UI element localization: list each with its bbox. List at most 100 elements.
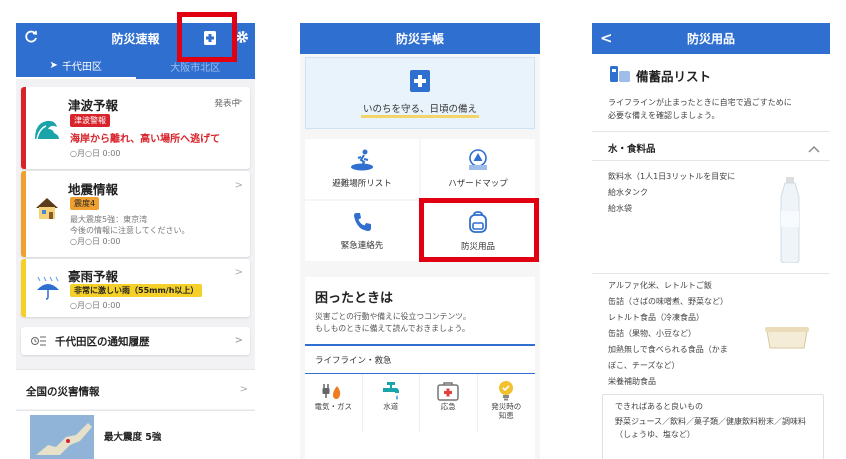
list-item: 缶詰（果物、小豆など） <box>608 329 696 338</box>
earthquake-card[interactable]: 地震情報 > 震度4 最大震度5強：東京湾 今後の情報に注意してください。 ○月… <box>21 171 250 257</box>
list-item: 飲料水（1人1日3リットルを目安に <box>608 172 736 181</box>
tile-emergency-contacts[interactable]: 緊急連絡先 <box>305 201 419 261</box>
tile-label: 緊急連絡先 <box>340 241 384 251</box>
preparedness-banner[interactable]: いのちを守る、日頃の備え <box>305 57 535 129</box>
plug-flame-icon <box>322 384 341 399</box>
desc-line-2: もしものときに備えて読んでおきましょう。 <box>315 324 470 333</box>
chevron-right-icon: > <box>234 267 243 278</box>
icon-label: 応急 <box>440 402 456 411</box>
banner-text: いのちを守る、日頃の備え <box>360 101 479 118</box>
desc-line-1: 災害ごとの行動や備えに役立つコンテンツ。 <box>315 312 471 321</box>
umbrella-icon <box>35 275 61 305</box>
house-icon <box>33 195 61 225</box>
timestamp: ○月○日 0:00 <box>70 149 121 158</box>
chevron-right-icon: > <box>234 335 243 346</box>
page-title: 防災用品 <box>686 32 735 46</box>
header-bar: 防災手帳 <box>300 23 540 54</box>
food-list: アルファ化米、レトルトご飯 缶詰（さばの味噌煮、野菜など） レトルト食品（冷凍食… <box>608 278 728 390</box>
national-item-label: 最大震度 5強 <box>104 432 162 443</box>
extra-title: できればあると良いもの <box>615 402 703 411</box>
tile-hazard-map[interactable]: ハザードマップ <box>421 139 535 199</box>
food-container-image <box>764 321 810 355</box>
rain-badge: 非常に激しい雨（55mm/h以上） <box>70 284 203 297</box>
lightbulb-icon <box>499 381 514 401</box>
card-title: 豪雨予報 <box>68 269 119 284</box>
section-water-food[interactable]: 水・食料品 <box>592 131 830 161</box>
quake-detail-1: 最大震度5強：東京湾 <box>70 215 148 224</box>
list-item: 給水袋 <box>608 204 632 213</box>
tsunami-icon <box>33 117 61 145</box>
list-item: 栄養補助食品 <box>608 377 656 386</box>
national-disaster-row[interactable]: 全国の災害情報 > <box>16 369 255 409</box>
highlight-box <box>419 198 539 262</box>
history-list-icon <box>31 334 47 351</box>
list-item: 加熱無しで食べられる食品（かま <box>608 345 728 354</box>
tsunami-card[interactable]: 津波予報 発表中 > 津波警報 海岸から離れ、高い場所へ逃げて ○月○日 0:0… <box>21 87 250 169</box>
lifeline-section-title: ライフライン・救急 <box>305 344 535 373</box>
chevron-right-icon: > <box>234 180 243 191</box>
page-title: 防災手帳 <box>395 32 444 46</box>
refresh-icon[interactable] <box>24 30 38 47</box>
rain-card[interactable]: 豪雨予報 > 非常に激しい雨（55mm/h以上） ○月○日 0:00 <box>21 259 250 317</box>
panel-title: 困ったときは <box>315 291 394 306</box>
tab-label: 千代田区 <box>61 62 102 73</box>
back-arrow-icon[interactable]: < <box>600 29 613 47</box>
disaster-alert-screen: 防災速報 ➤ 千代田区 大阪市北区 津波予報 発表中 > 津波警報 海岸から離れ、… <box>16 23 255 459</box>
map-thumbnail <box>30 415 94 459</box>
card-title: 津波予報 <box>68 98 119 113</box>
intro-line-1: ライフラインが止まったときに自宅で過ごすために <box>608 98 792 107</box>
evacuation-icon <box>351 149 373 171</box>
water-bottle-image <box>778 177 802 267</box>
icon-label: 電気・ガス <box>314 402 353 411</box>
tile-label: ハザードマップ <box>448 179 508 189</box>
divider <box>592 273 830 274</box>
list-item: レトルト食品（冷凍食品） <box>608 313 704 322</box>
list-item: ぼこ、チーズなど） <box>608 361 680 370</box>
warning-badge: 津波警報 <box>70 114 110 127</box>
national-item[interactable]: 最大震度 5強 <box>16 410 255 459</box>
tile-electricity-gas[interactable]: 電気・ガス <box>305 374 363 432</box>
timestamp: ○月○日 0:00 <box>70 237 121 246</box>
list-item: 缶詰（さばの味噌煮、野菜など） <box>608 297 728 306</box>
tile-disaster-tips[interactable]: 発災時の 知恵 <box>478 374 536 432</box>
chevron-right-icon: > <box>234 96 243 107</box>
help-panel: 困ったときは 災害ごとの行動や備えに役立つコンテンツ。 もしものときに備えて読んで… <box>305 277 535 459</box>
extra-line-2: （しょうゆ、塩など） <box>615 430 695 439</box>
tile-first-aid[interactable]: 応急 <box>420 374 478 432</box>
history-label: 千代田区の通知履歴 <box>55 335 150 348</box>
panel-description: 災害ごとの行動や備えに役立つコンテンツ。 もしものときに備えて読んでおきましょう。 <box>315 311 525 335</box>
severity-bar <box>21 259 26 317</box>
icon-label: 水道 <box>383 402 399 411</box>
list-title: 備蓄品リスト <box>636 69 712 84</box>
phone-icon <box>354 213 371 231</box>
card-title: 地震情報 <box>68 182 119 197</box>
highlight-box <box>177 12 237 62</box>
section-title: 水・食料品 <box>608 144 656 155</box>
tab-chiyoda[interactable]: ➤ 千代田区 <box>16 54 136 79</box>
timestamp: ○月○日 0:00 <box>70 301 121 310</box>
chevron-right-icon: > <box>239 384 248 395</box>
tile-label: 避難場所リスト <box>332 179 392 189</box>
chevron-up-icon <box>808 139 820 158</box>
first-aid-kit-icon <box>437 382 459 401</box>
tile-evacuation-list[interactable]: 避難場所リスト <box>305 139 419 199</box>
list-item: 給水タンク <box>608 188 648 197</box>
tile-water[interactable]: 水道 <box>363 374 420 432</box>
intro-line-2: 必要な備えを確認しましょう。 <box>608 111 720 120</box>
severity-bar <box>21 171 26 257</box>
hazard-map-icon <box>469 149 487 170</box>
notebook-icon <box>410 69 430 92</box>
intro-text: ライフラインが止まったときに自宅で過ごすために 必要な備えを確認しましょう。 <box>608 96 830 122</box>
water-list: 飲料水（1人1日3リットルを目安に 給水タンク 給水袋 <box>608 169 735 217</box>
quake-detail-2: 今後の情報に注意してください。 <box>70 226 190 235</box>
header-bar: < 防災用品 <box>592 23 830 54</box>
intensity-badge: 震度4 <box>70 197 100 210</box>
faucet-icon <box>382 382 399 400</box>
gear-icon[interactable] <box>235 30 249 47</box>
icon-label: 発災時の 知恵 <box>491 402 522 420</box>
alert-text: 海岸から離れ、高い場所へ逃げて <box>70 134 221 145</box>
extra-line-1: 野菜ジュース／飲料／菓子類／健康飲料粉末／調味料 <box>615 417 807 426</box>
severity-bar <box>21 87 26 169</box>
list-item: アルファ化米、レトルトご飯 <box>608 281 712 290</box>
notification-history-row[interactable]: 千代田区の通知履歴 > <box>21 327 250 355</box>
